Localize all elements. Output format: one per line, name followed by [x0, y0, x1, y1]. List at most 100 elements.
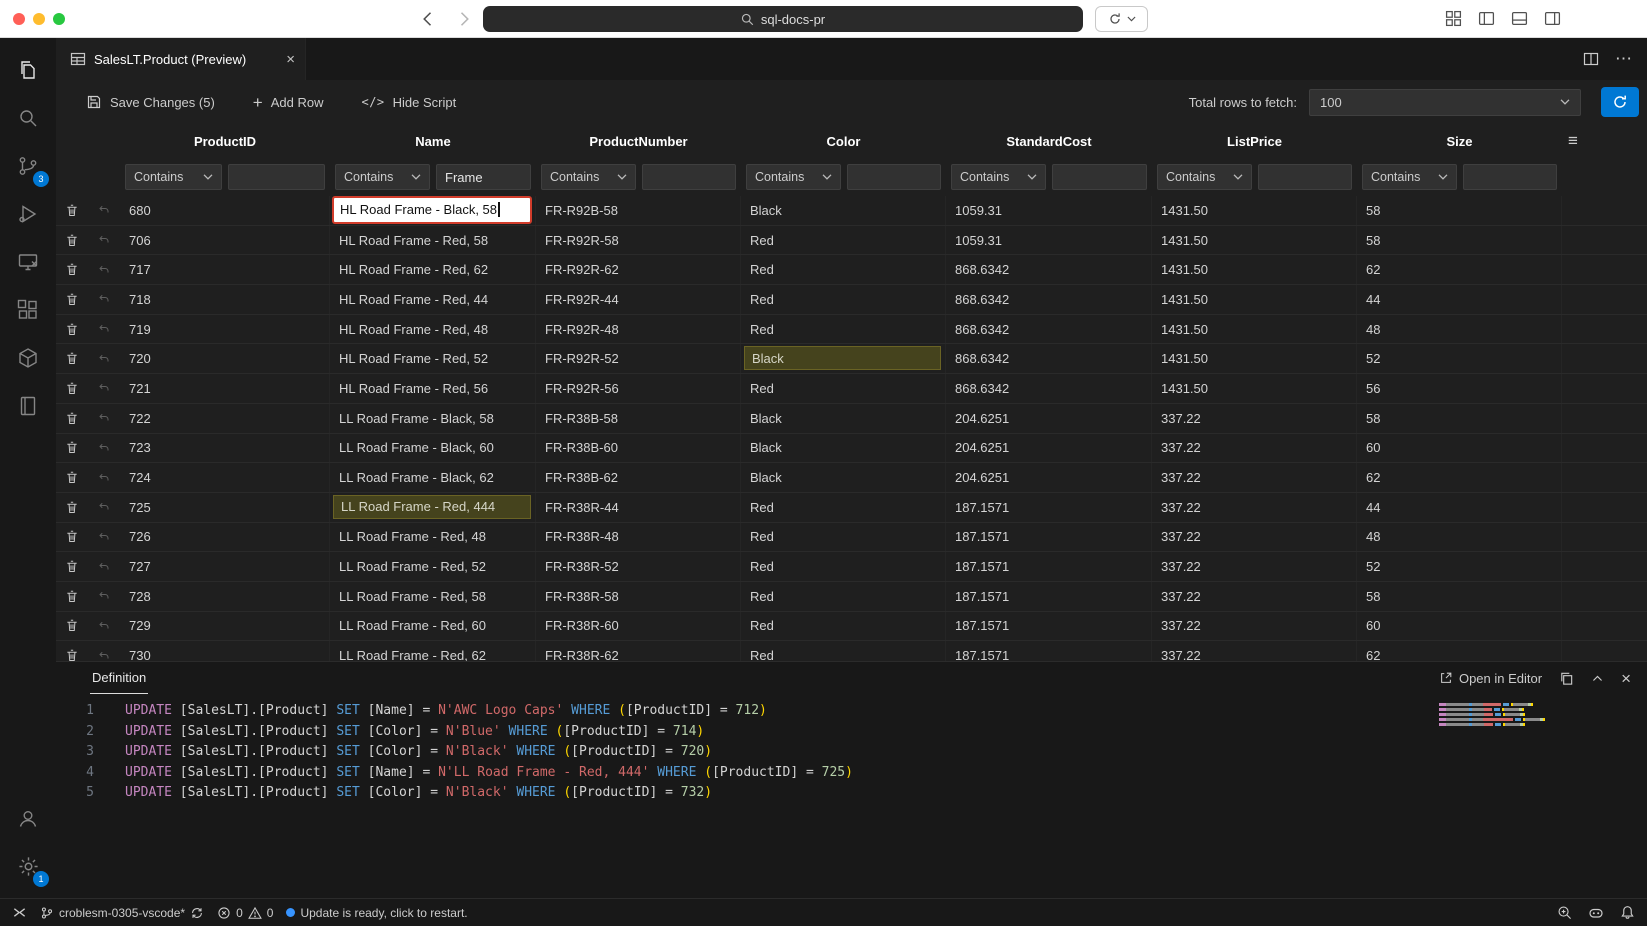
- cell-productNumber[interactable]: FR-R38R-62: [536, 641, 741, 661]
- cell-name[interactable]: HL Road Frame - Red, 62: [330, 255, 536, 284]
- revert-row-button[interactable]: [95, 262, 113, 278]
- cell-standardCost[interactable]: 868.6342: [946, 315, 1152, 344]
- delete-row-button[interactable]: [63, 557, 81, 576]
- cell-color[interactable]: Red: [741, 285, 946, 314]
- revert-row-button[interactable]: [95, 410, 113, 426]
- filter-operator-standardCost[interactable]: Contains: [951, 164, 1046, 190]
- panel-tab-definition[interactable]: Definition: [90, 662, 148, 694]
- cell-color[interactable]: Red: [741, 523, 946, 552]
- filter-operator-productNumber[interactable]: Contains: [541, 164, 636, 190]
- cell-listPrice[interactable]: 337.22: [1152, 493, 1357, 522]
- delete-row-button[interactable]: [63, 379, 81, 398]
- cell-productNumber[interactable]: FR-R92R-56: [536, 374, 741, 403]
- close-window-button[interactable]: [13, 13, 25, 25]
- cell-color[interactable]: Red: [741, 612, 946, 641]
- revert-row-button[interactable]: [95, 648, 113, 661]
- cell-standardCost[interactable]: 187.1571: [946, 493, 1152, 522]
- cell-name[interactable]: HL Road Frame - Black, 58: [330, 196, 536, 225]
- cell-color[interactable]: Black: [741, 196, 946, 225]
- revert-row-button[interactable]: [95, 351, 113, 367]
- cell-name[interactable]: LL Road Frame - Red, 58: [330, 582, 536, 611]
- activity-run-debug[interactable]: [4, 190, 52, 238]
- activity-remote-explorer[interactable]: [4, 238, 52, 286]
- forward-button[interactable]: [454, 9, 474, 29]
- cell-name[interactable]: LL Road Frame - Black, 62: [330, 463, 536, 492]
- cell-listPrice[interactable]: 337.22: [1152, 641, 1357, 661]
- filter-operator-listPrice[interactable]: Contains: [1157, 164, 1252, 190]
- cell-color[interactable]: Red: [741, 374, 946, 403]
- cell-standardCost[interactable]: 187.1571: [946, 612, 1152, 641]
- cell-listPrice[interactable]: 337.22: [1152, 582, 1357, 611]
- toggle-panel-icon[interactable]: [1511, 10, 1528, 27]
- save-changes-button[interactable]: Save Changes (5): [86, 94, 215, 110]
- cell-color[interactable]: Red: [741, 552, 946, 581]
- filter-input-name[interactable]: Frame: [436, 164, 531, 190]
- cell-productId[interactable]: 718: [120, 285, 330, 314]
- cell-color[interactable]: Red: [741, 641, 946, 661]
- cell-listPrice[interactable]: 337.22: [1152, 612, 1357, 641]
- cell-size[interactable]: 48: [1357, 523, 1562, 552]
- cell-color[interactable]: Black: [741, 404, 946, 433]
- revert-row-button[interactable]: [95, 529, 113, 545]
- revert-row-button[interactable]: [95, 321, 113, 337]
- activity-notebook[interactable]: [4, 382, 52, 430]
- settings-button[interactable]: 1: [4, 842, 52, 890]
- cell-listPrice[interactable]: 337.22: [1152, 463, 1357, 492]
- back-button[interactable]: [418, 9, 438, 29]
- delete-row-button[interactable]: [63, 349, 81, 368]
- cell-color[interactable]: Red: [741, 255, 946, 284]
- cell-productNumber[interactable]: FR-R38R-52: [536, 552, 741, 581]
- cell-standardCost[interactable]: 868.6342: [946, 374, 1152, 403]
- cell-standardCost[interactable]: 204.6251: [946, 434, 1152, 463]
- cell-size[interactable]: 52: [1357, 344, 1562, 373]
- delete-row-button[interactable]: [63, 527, 81, 546]
- column-header-name[interactable]: Name: [330, 124, 536, 158]
- column-header-productId[interactable]: ProductID: [120, 124, 330, 158]
- delete-row-button[interactable]: [63, 438, 81, 457]
- cell-size[interactable]: 58: [1357, 196, 1562, 225]
- open-in-editor-button[interactable]: Open in Editor: [1439, 671, 1542, 686]
- cell-listPrice[interactable]: 337.22: [1152, 434, 1357, 463]
- toggle-secondary-sidebar-icon[interactable]: [1544, 10, 1561, 27]
- remote-indicator[interactable]: [12, 905, 27, 920]
- cell-name[interactable]: HL Road Frame - Red, 58: [330, 226, 536, 255]
- cell-productId[interactable]: 727: [120, 552, 330, 581]
- cell-listPrice[interactable]: 1431.50: [1152, 315, 1357, 344]
- revert-row-button[interactable]: [95, 380, 113, 396]
- activity-source-control[interactable]: 3: [4, 142, 52, 190]
- column-header-size[interactable]: Size: [1357, 124, 1562, 158]
- column-header-listPrice[interactable]: ListPrice: [1152, 124, 1357, 158]
- cell-name[interactable]: LL Road Frame - Black, 60: [330, 434, 536, 463]
- cell-name[interactable]: HL Road Frame - Red, 56: [330, 374, 536, 403]
- customize-layout-icon[interactable]: [1445, 10, 1462, 27]
- revert-row-button[interactable]: [95, 440, 113, 456]
- activity-extensions[interactable]: [4, 286, 52, 334]
- cell-productId[interactable]: 724: [120, 463, 330, 492]
- activity-explorer[interactable]: [4, 46, 52, 94]
- cell-size[interactable]: 62: [1357, 255, 1562, 284]
- cell-productId[interactable]: 720: [120, 344, 330, 373]
- cell-productNumber[interactable]: FR-R38R-58: [536, 582, 741, 611]
- account-button[interactable]: [4, 794, 52, 842]
- cell-name[interactable]: LL Road Frame - Black, 58: [330, 404, 536, 433]
- cell-size[interactable]: 56: [1357, 374, 1562, 403]
- problems-item[interactable]: 0 0: [217, 906, 273, 920]
- delete-row-button[interactable]: [63, 409, 81, 428]
- cell-productNumber[interactable]: FR-R38B-62: [536, 463, 741, 492]
- filter-operator-size[interactable]: Contains: [1362, 164, 1457, 190]
- delete-row-button[interactable]: [63, 320, 81, 339]
- cell-listPrice[interactable]: 337.22: [1152, 404, 1357, 433]
- zoom-window-button[interactable]: [53, 13, 65, 25]
- filter-operator-productId[interactable]: Contains: [125, 164, 222, 190]
- cell-standardCost[interactable]: 868.6342: [946, 255, 1152, 284]
- cell-size[interactable]: 48: [1357, 315, 1562, 344]
- cell-productNumber[interactable]: FR-R92R-44: [536, 285, 741, 314]
- cell-standardCost[interactable]: 187.1571: [946, 552, 1152, 581]
- update-ready-item[interactable]: Update is ready, click to restart.: [286, 906, 467, 920]
- cell-standardCost[interactable]: 204.6251: [946, 404, 1152, 433]
- cell-size[interactable]: 44: [1357, 285, 1562, 314]
- cell-productNumber[interactable]: FR-R92B-58: [536, 196, 741, 225]
- cell-listPrice[interactable]: 1431.50: [1152, 344, 1357, 373]
- filter-input-size[interactable]: [1463, 164, 1558, 190]
- cell-color[interactable]: Red: [741, 226, 946, 255]
